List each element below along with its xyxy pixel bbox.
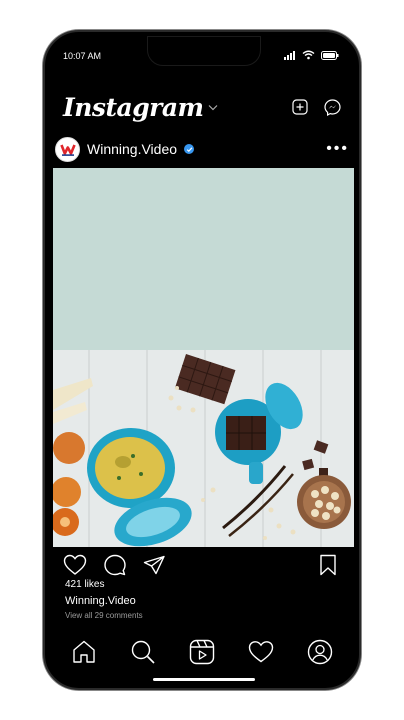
home-indicator[interactable] — [153, 678, 255, 681]
brand-logo-icon — [58, 139, 77, 159]
phone-frame: 10:07 AM Instagram Winning.Video ••• 421… — [43, 30, 361, 690]
app-header: Instagram — [63, 90, 341, 124]
comment-icon[interactable] — [103, 554, 127, 576]
battery-icon — [321, 50, 339, 60]
share-icon[interactable] — [143, 555, 165, 575]
signal-icon — [284, 50, 295, 60]
new-post-icon[interactable] — [292, 99, 308, 115]
post-photo — [53, 350, 354, 547]
post-username[interactable]: Winning.Video — [87, 141, 177, 157]
wifi-icon — [302, 50, 315, 60]
search-icon[interactable] — [130, 639, 156, 665]
home-icon[interactable] — [71, 639, 97, 665]
likes-count[interactable]: 421 likes — [65, 579, 104, 590]
bottom-nav — [55, 634, 349, 670]
more-options-button[interactable]: ••• — [326, 140, 349, 158]
post-actions — [63, 552, 337, 578]
status-time: 10:07 AM — [63, 51, 102, 61]
verified-badge-icon — [184, 144, 195, 154]
notch — [147, 36, 261, 66]
heart-icon[interactable] — [63, 554, 87, 576]
activity-icon[interactable] — [248, 640, 274, 664]
post-author[interactable]: Winning.Video — [55, 136, 195, 162]
post-media[interactable] — [53, 168, 354, 547]
view-comments-link[interactable]: View all 29 comments — [65, 611, 143, 620]
logo-switcher[interactable]: Instagram — [63, 93, 218, 122]
avatar[interactable] — [55, 136, 80, 162]
reels-icon[interactable] — [189, 639, 215, 665]
messenger-icon[interactable] — [324, 98, 341, 116]
instagram-logo: Instagram — [63, 92, 204, 122]
post-header: Winning.Video ••• — [55, 134, 349, 164]
caption-username[interactable]: Winning.Video — [65, 595, 136, 607]
profile-icon[interactable] — [307, 639, 333, 665]
chevron-down-icon — [208, 104, 217, 110]
status-icons — [284, 50, 339, 60]
bookmark-icon[interactable] — [319, 554, 337, 576]
